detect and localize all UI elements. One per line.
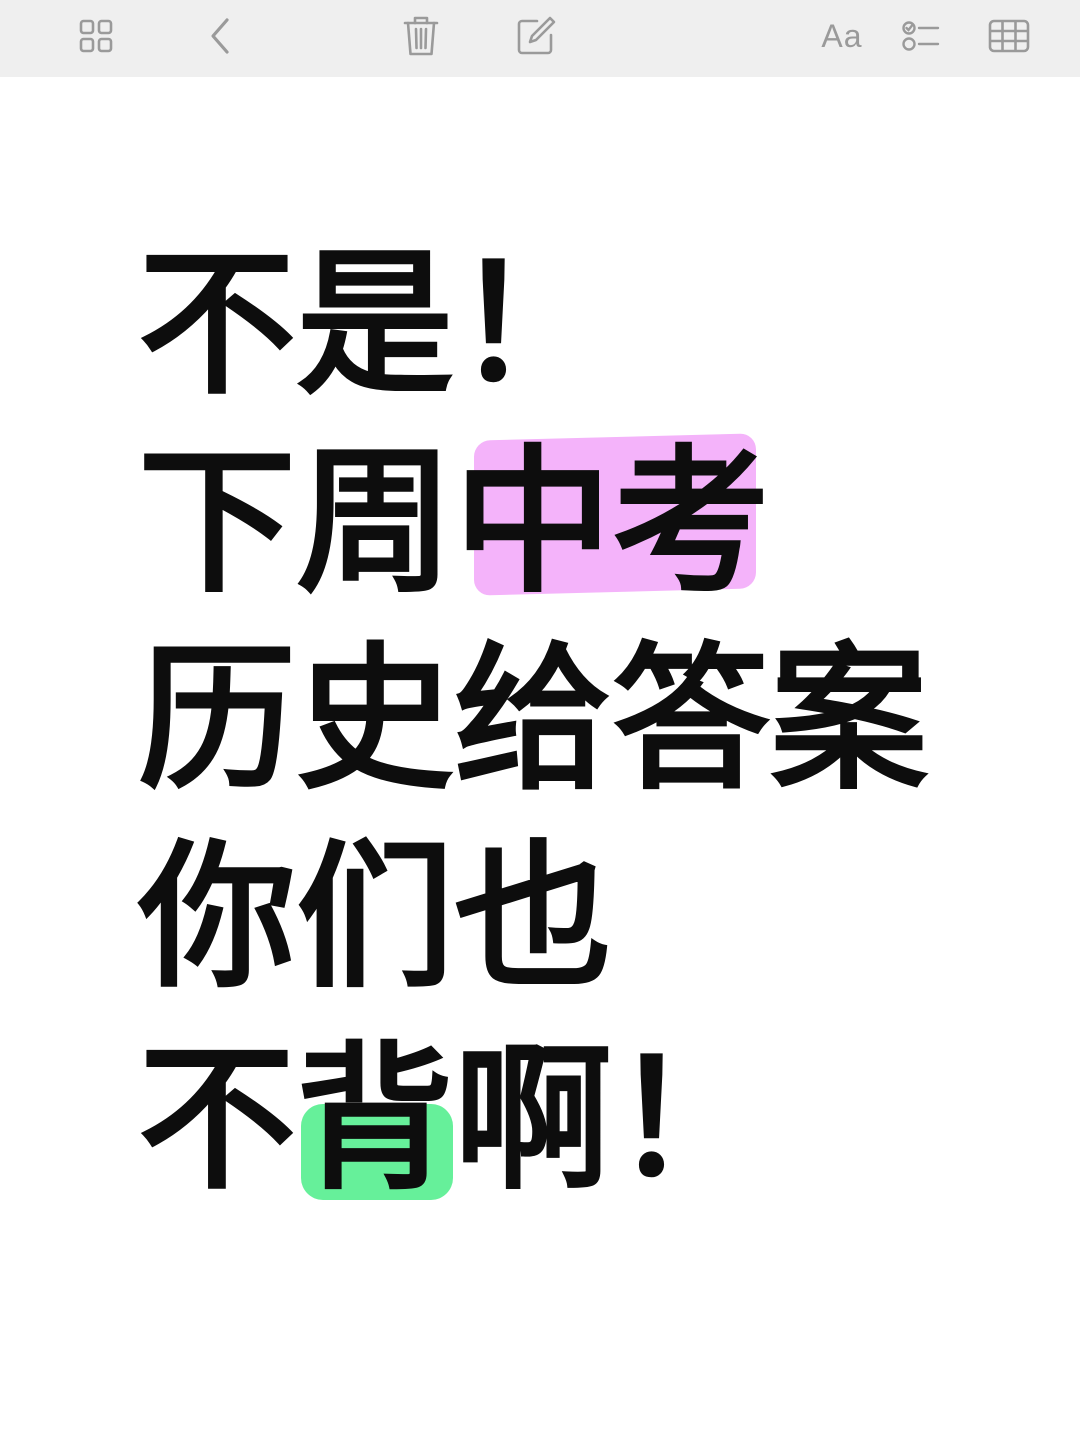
format-button[interactable]: Aa (814, 10, 870, 62)
delete-button[interactable] (393, 10, 449, 62)
checklist-icon (902, 21, 940, 51)
grid-view-icon (79, 19, 113, 53)
grid-view-button[interactable] (68, 10, 124, 62)
table-button[interactable] (981, 10, 1037, 62)
note-line-3: 历史给答案 (138, 640, 928, 800)
note-line-5-after: 啊！ (454, 1028, 770, 1212)
note-line-1: 不是！ (138, 245, 612, 405)
compose-icon (517, 16, 556, 55)
note-toolbar: Aa (0, 0, 1080, 77)
back-chevron-icon (211, 18, 229, 54)
table-icon (988, 19, 1030, 53)
note-line-3-text: 历史给答案 (138, 628, 928, 812)
checklist-button[interactable] (894, 10, 950, 62)
note-line-5-before: 不 (138, 1028, 296, 1212)
trash-icon (403, 16, 439, 56)
note-line-5: 不背啊！ (138, 1040, 770, 1200)
note-line-4: 你们也 (138, 838, 612, 998)
note-line-2: 下周中考 (138, 443, 770, 603)
note-line-4-text: 你们也 (138, 826, 612, 1010)
note-line-5-highlight: 背 (296, 1028, 454, 1212)
note-line-2-before: 下周 (138, 431, 454, 615)
format-label: Aa (821, 17, 863, 54)
compose-button[interactable] (508, 10, 564, 62)
back-button[interactable] (192, 10, 248, 62)
note-line-1-text: 不是！ (138, 233, 612, 417)
note-line-2-highlight: 中考 (454, 431, 770, 615)
